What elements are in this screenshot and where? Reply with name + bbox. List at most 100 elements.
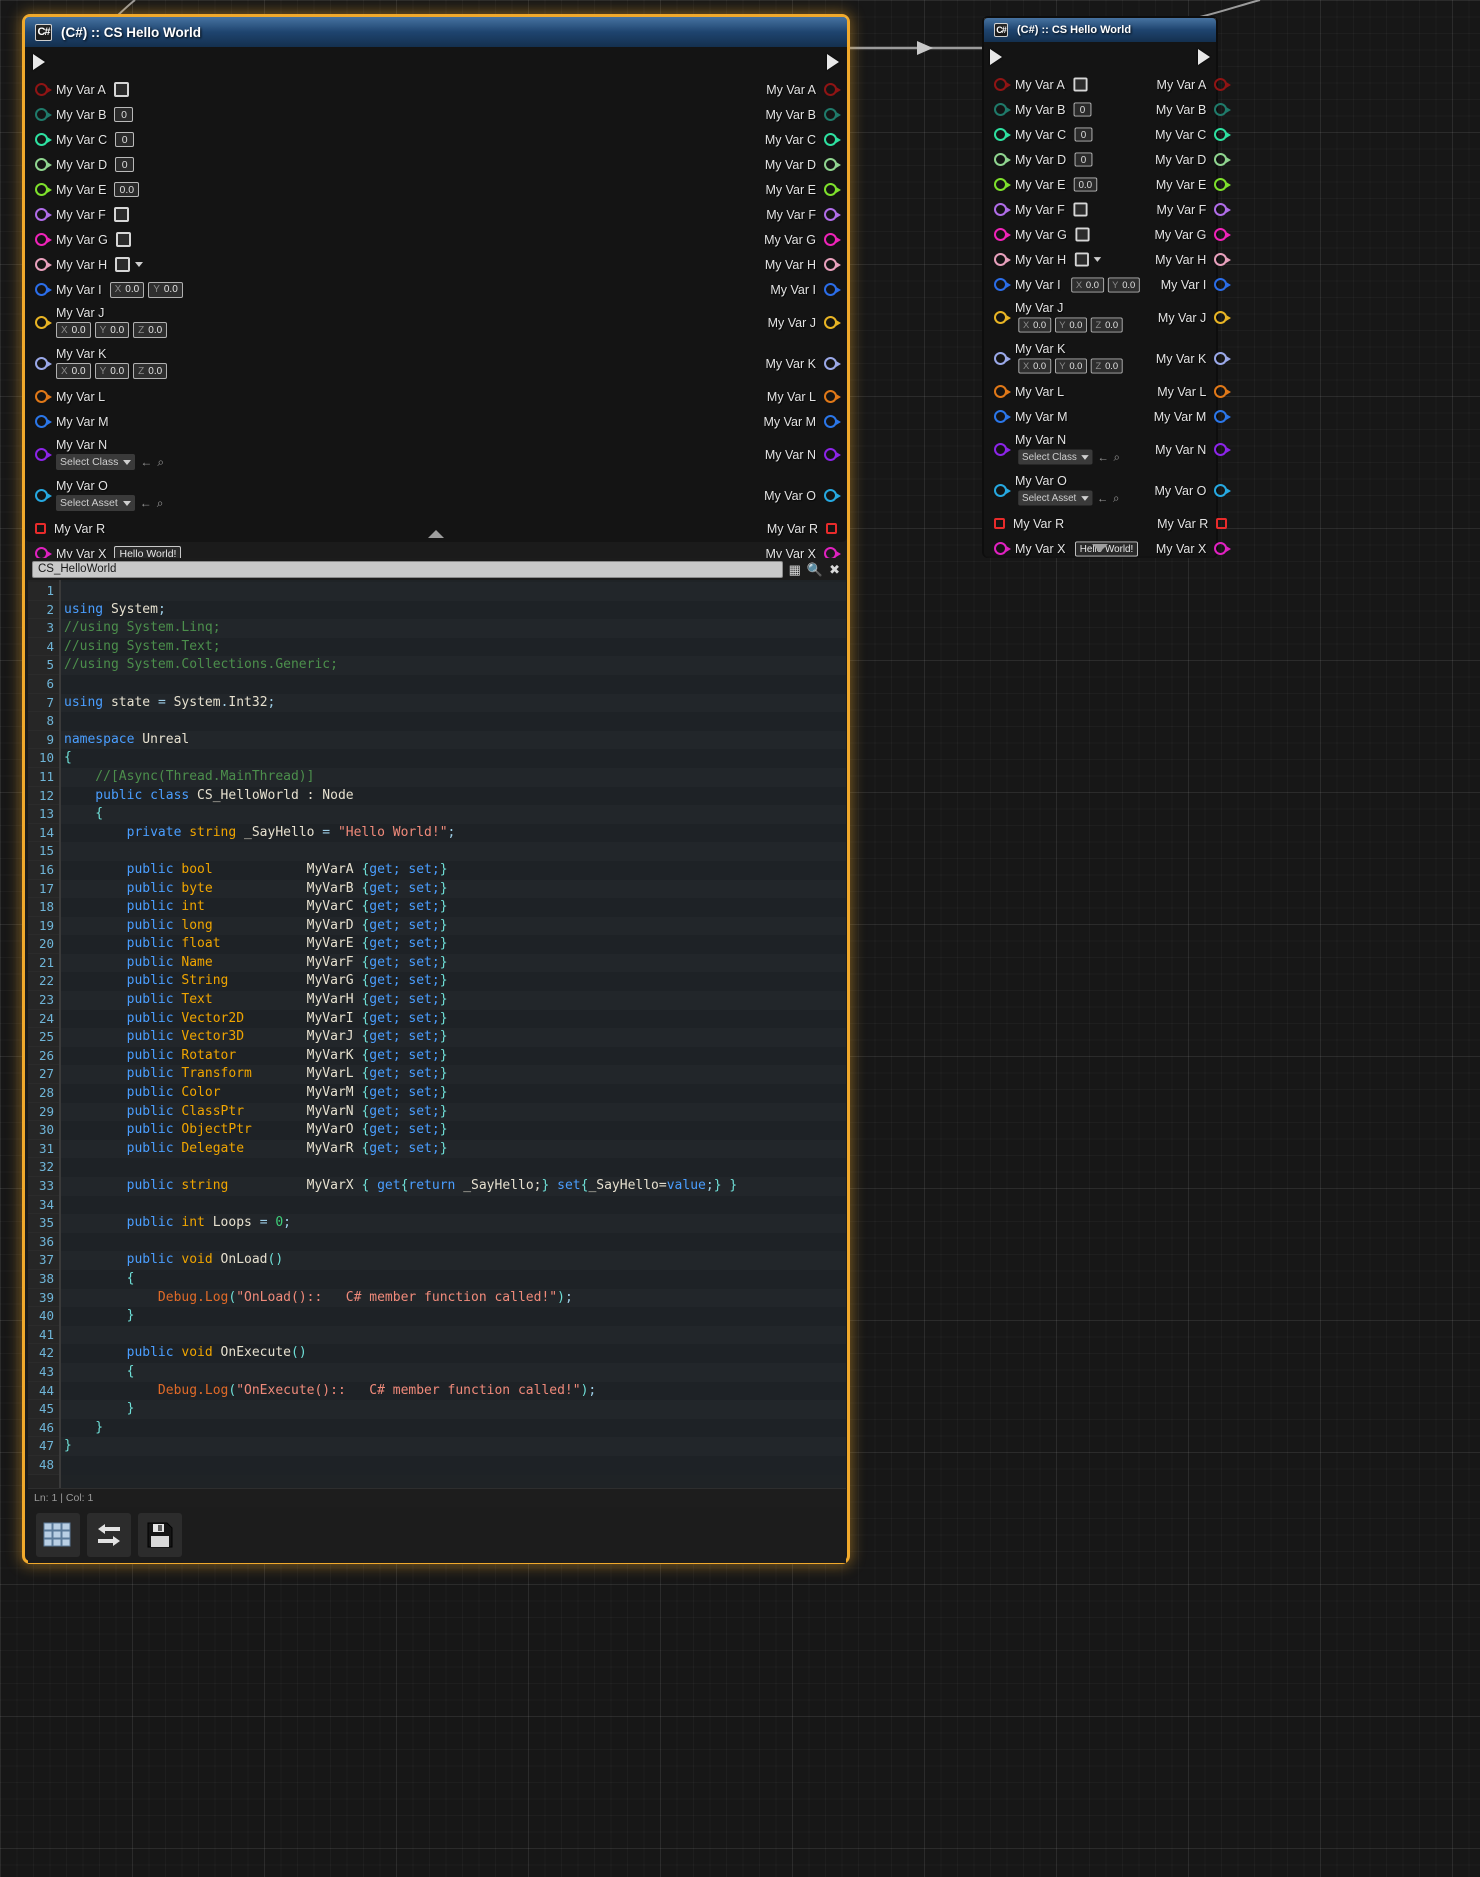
axis-y[interactable]: Y0.0 <box>95 363 130 379</box>
code-line[interactable]: Debug.Log("OnLoad():: C# member function… <box>61 1289 846 1308</box>
browse-icon[interactable]: ⌕ <box>1114 451 1120 462</box>
code-line[interactable] <box>61 1196 846 1215</box>
refresh-icon[interactable] <box>87 1513 131 1557</box>
axis-x[interactable]: X0.0 <box>1071 277 1104 292</box>
pin-icon-my-var-n[interactable] <box>35 448 48 461</box>
axis-x[interactable]: X0.0 <box>1018 317 1051 332</box>
code-line[interactable] <box>61 712 846 731</box>
output-pin-row[interactable]: My Var N <box>1148 429 1238 470</box>
code-line[interactable]: public int Loops = 0; <box>61 1214 846 1233</box>
pin-icon-my-var-j[interactable] <box>824 316 837 329</box>
output-pin-row[interactable]: My Var A <box>757 77 847 102</box>
pin-icon-my-var-b[interactable] <box>1214 103 1227 116</box>
code-line[interactable]: } <box>61 1419 846 1438</box>
input-pin-row[interactable]: My Var KX0.0Y0.0Z0.0 <box>25 343 189 384</box>
use-selected-icon[interactable]: ← <box>140 497 152 509</box>
pin-icon-my-var-k[interactable] <box>1214 352 1227 365</box>
output-pin-row[interactable]: My Var D <box>757 152 847 177</box>
pin-icon-my-var-j[interactable] <box>1214 311 1227 324</box>
pin-icon-my-var-g[interactable] <box>1214 228 1227 241</box>
pin-icon-my-var-m[interactable] <box>35 415 48 428</box>
code-line[interactable]: } <box>61 1307 846 1326</box>
pin-icon-my-var-j[interactable] <box>35 316 48 329</box>
node-cs-hello-world-right[interactable]: C# (C#) :: CS Hello World My Var AMy Var… <box>982 16 1218 558</box>
axis-z[interactable]: Z0.0 <box>1091 317 1123 332</box>
input-pin-row[interactable]: My Var A <box>984 72 1148 97</box>
output-pin-row[interactable]: My Var O <box>757 475 847 516</box>
class-picker-My Var N[interactable]: Select Class <box>56 454 135 470</box>
code-line[interactable]: public class CS_HelloWorld : Node <box>61 787 846 806</box>
exec-input-pin-icon-right[interactable] <box>990 49 1002 65</box>
output-pin-row[interactable]: My Var B <box>757 102 847 127</box>
output-pin-row[interactable]: My Var B <box>1148 97 1238 122</box>
output-pin-row[interactable]: My Var E <box>757 177 847 202</box>
checkbox-My Var G[interactable] <box>116 232 131 247</box>
code-line[interactable]: namespace Unreal <box>61 731 846 750</box>
pin-icon-my-var-k[interactable] <box>35 357 48 370</box>
pin-icon-my-var-n[interactable] <box>1214 443 1227 456</box>
input-pin-row[interactable]: My Var C0 <box>25 127 189 152</box>
code-line[interactable]: public String MyVarG {get; set;} <box>61 972 846 991</box>
pin-icon-my-var-h[interactable] <box>1214 253 1227 266</box>
pin-icon-my-var-k[interactable] <box>994 352 1007 365</box>
code-line[interactable]: public ObjectPtr MyVarO {get; set;} <box>61 1121 846 1140</box>
code-line[interactable]: public void OnLoad() <box>61 1251 846 1270</box>
pin-icon-my-var-i[interactable] <box>35 283 48 296</box>
browse-icon[interactable]: ⌕ <box>157 456 164 468</box>
number-field-My Var B[interactable]: 0 <box>114 107 133 122</box>
code-line[interactable] <box>61 842 846 861</box>
input-pin-row[interactable]: My Var M <box>25 409 189 434</box>
checkbox-My Var A[interactable] <box>114 82 129 97</box>
code-line[interactable] <box>61 1326 846 1345</box>
code-line[interactable]: public bool MyVarA {get; set;} <box>61 861 846 880</box>
class-picker-My Var N[interactable]: Select Class <box>1018 449 1093 464</box>
input-pin-row[interactable]: My Var G <box>984 222 1148 247</box>
input-pin-row[interactable]: My Var A <box>25 77 189 102</box>
checkbox-My Var H[interactable] <box>1075 252 1089 266</box>
output-pin-row[interactable]: My Var C <box>1148 122 1238 147</box>
pin-icon-my-var-l[interactable] <box>994 385 1007 398</box>
exec-output-pin-icon[interactable] <box>827 54 839 70</box>
chevron-down-icon[interactable] <box>1094 257 1102 262</box>
use-selected-icon[interactable]: ← <box>140 456 152 468</box>
pin-icon-my-var-c[interactable] <box>994 128 1007 141</box>
pin-icon-my-var-l[interactable] <box>1214 385 1227 398</box>
exec-input-pin-icon[interactable] <box>33 54 45 70</box>
code-line[interactable]: Debug.Log("OnExecute():: C# member funct… <box>61 1382 846 1401</box>
code-line[interactable] <box>61 1456 846 1475</box>
output-pin-row[interactable]: My Var J <box>1148 297 1238 338</box>
output-pin-row[interactable]: My Var N <box>757 434 847 475</box>
axis-z[interactable]: Z0.0 <box>133 322 167 338</box>
output-pin-row[interactable]: My Var R <box>1148 511 1238 536</box>
code-line[interactable]: { <box>61 805 846 824</box>
code-line[interactable]: public string MyVarX { get{return _SayHe… <box>61 1177 846 1196</box>
axis-y[interactable]: Y0.0 <box>1055 358 1088 373</box>
close-icon[interactable]: ✖ <box>829 563 840 576</box>
number-field-My Var E[interactable]: 0.0 <box>114 182 139 197</box>
axis-x[interactable]: X0.0 <box>56 363 91 379</box>
pin-icon-my-var-c[interactable] <box>35 133 48 146</box>
asset-picker-My Var O[interactable]: Select Asset <box>56 495 135 511</box>
pin-icon-my-var-l[interactable] <box>35 390 48 403</box>
input-pin-row[interactable]: My Var NSelect Class←⌕ <box>984 429 1148 470</box>
use-selected-icon[interactable]: ← <box>1097 492 1108 503</box>
pin-icon-my-var-c[interactable] <box>1214 128 1227 141</box>
code-line[interactable]: //[Async(Thread.MainThread)] <box>61 768 846 787</box>
input-pin-row[interactable]: My Var NSelect Class←⌕ <box>25 434 189 475</box>
pin-icon-my-var-d[interactable] <box>824 158 837 171</box>
input-pin-row[interactable]: My Var D0 <box>25 152 189 177</box>
pin-icon-my-var-m[interactable] <box>824 415 837 428</box>
grid-icon[interactable]: ▦ <box>789 563 801 576</box>
output-pin-row[interactable]: My Var I <box>1148 272 1238 297</box>
blueprint-canvas[interactable]: C# (C#) :: CS Hello World My Var AMy Var… <box>0 0 1480 1877</box>
code-line[interactable]: { <box>61 749 846 768</box>
exec-output-pin-icon-right[interactable] <box>1198 49 1210 65</box>
output-pin-row[interactable]: My Var G <box>1148 222 1238 247</box>
input-pin-row[interactable]: My Var M <box>984 404 1148 429</box>
number-field-My Var E[interactable]: 0.0 <box>1074 177 1097 191</box>
pin-icon-my-var-l[interactable] <box>824 390 837 403</box>
pin-icon-my-var-r[interactable] <box>826 523 837 534</box>
code-line[interactable]: public ClassPtr MyVarN {get; set;} <box>61 1103 846 1122</box>
input-pin-row[interactable]: My Var R <box>25 516 189 541</box>
output-pin-row[interactable]: My Var E <box>1148 172 1238 197</box>
